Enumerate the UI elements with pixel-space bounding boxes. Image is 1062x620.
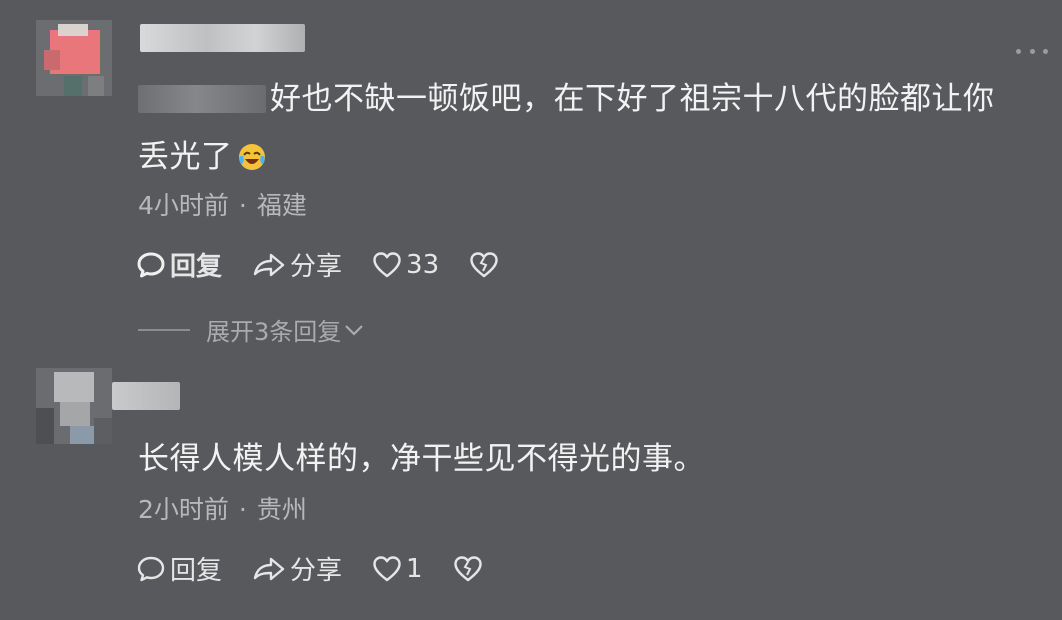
- like-button[interactable]: 33: [372, 250, 439, 280]
- heart-icon: [373, 555, 401, 581]
- heart-icon: [373, 251, 401, 277]
- comment-bubble-icon: [137, 556, 165, 581]
- chevron-down-icon: [345, 324, 364, 336]
- broken-heart-icon: [453, 555, 482, 581]
- share-button[interactable]: 分享: [252, 550, 342, 587]
- divider-line: [138, 328, 190, 331]
- comment-text: 长得人模人样的，净干些见不得光的事。: [138, 441, 705, 477]
- timestamp: 4小时前: [138, 191, 229, 220]
- dislike-button[interactable]: [453, 555, 487, 583]
- comment-text: 好也不缺一顿饭吧，在下好了祖宗十八代的脸都让你 丢光了: [138, 81, 995, 175]
- reply-button[interactable]: 回复: [136, 550, 222, 587]
- location: 福建: [256, 191, 307, 220]
- avatar[interactable]: [36, 368, 112, 444]
- laughing-crying-face-icon: [238, 144, 265, 170]
- expand-replies-button[interactable]: 展开3条回复: [138, 312, 365, 347]
- location: 贵州: [256, 495, 307, 524]
- comment-meta: 2小时前 · 贵州: [138, 490, 307, 526]
- mentioned-user[interactable]: [138, 85, 266, 113]
- share-button[interactable]: 分享: [252, 246, 342, 283]
- like-count: 1: [406, 553, 423, 584]
- username[interactable]: [112, 382, 180, 410]
- dislike-button[interactable]: [469, 251, 503, 279]
- separator-dot: ·: [238, 495, 247, 524]
- avatar[interactable]: [36, 20, 112, 96]
- more-options-icon[interactable]: [1016, 44, 1048, 58]
- separator-dot: ·: [238, 191, 247, 220]
- like-count: 33: [406, 249, 440, 280]
- comment-actions: 回复 分享 33: [136, 246, 533, 283]
- comment-meta: 4小时前 · 福建: [138, 186, 307, 222]
- share-arrow-icon: [253, 253, 285, 276]
- broken-heart-icon: [470, 251, 498, 277]
- comment-bubble-icon: [137, 252, 165, 277]
- username[interactable]: [140, 24, 305, 52]
- reply-button[interactable]: 回复: [136, 246, 222, 283]
- like-button[interactable]: 1: [372, 554, 423, 584]
- comment-item: 长得人模人样的，净干些见不得光的事。 2小时前 · 贵州 回复 分享 1: [0, 360, 1062, 620]
- timestamp: 2小时前: [138, 495, 229, 524]
- comment-actions: 回复 分享 1: [136, 550, 517, 587]
- share-arrow-icon: [253, 557, 285, 580]
- comment-item: 好也不缺一顿饭吧，在下好了祖宗十八代的脸都让你 丢光了 4小时前 · 福建 回复 分…: [0, 0, 1062, 355]
